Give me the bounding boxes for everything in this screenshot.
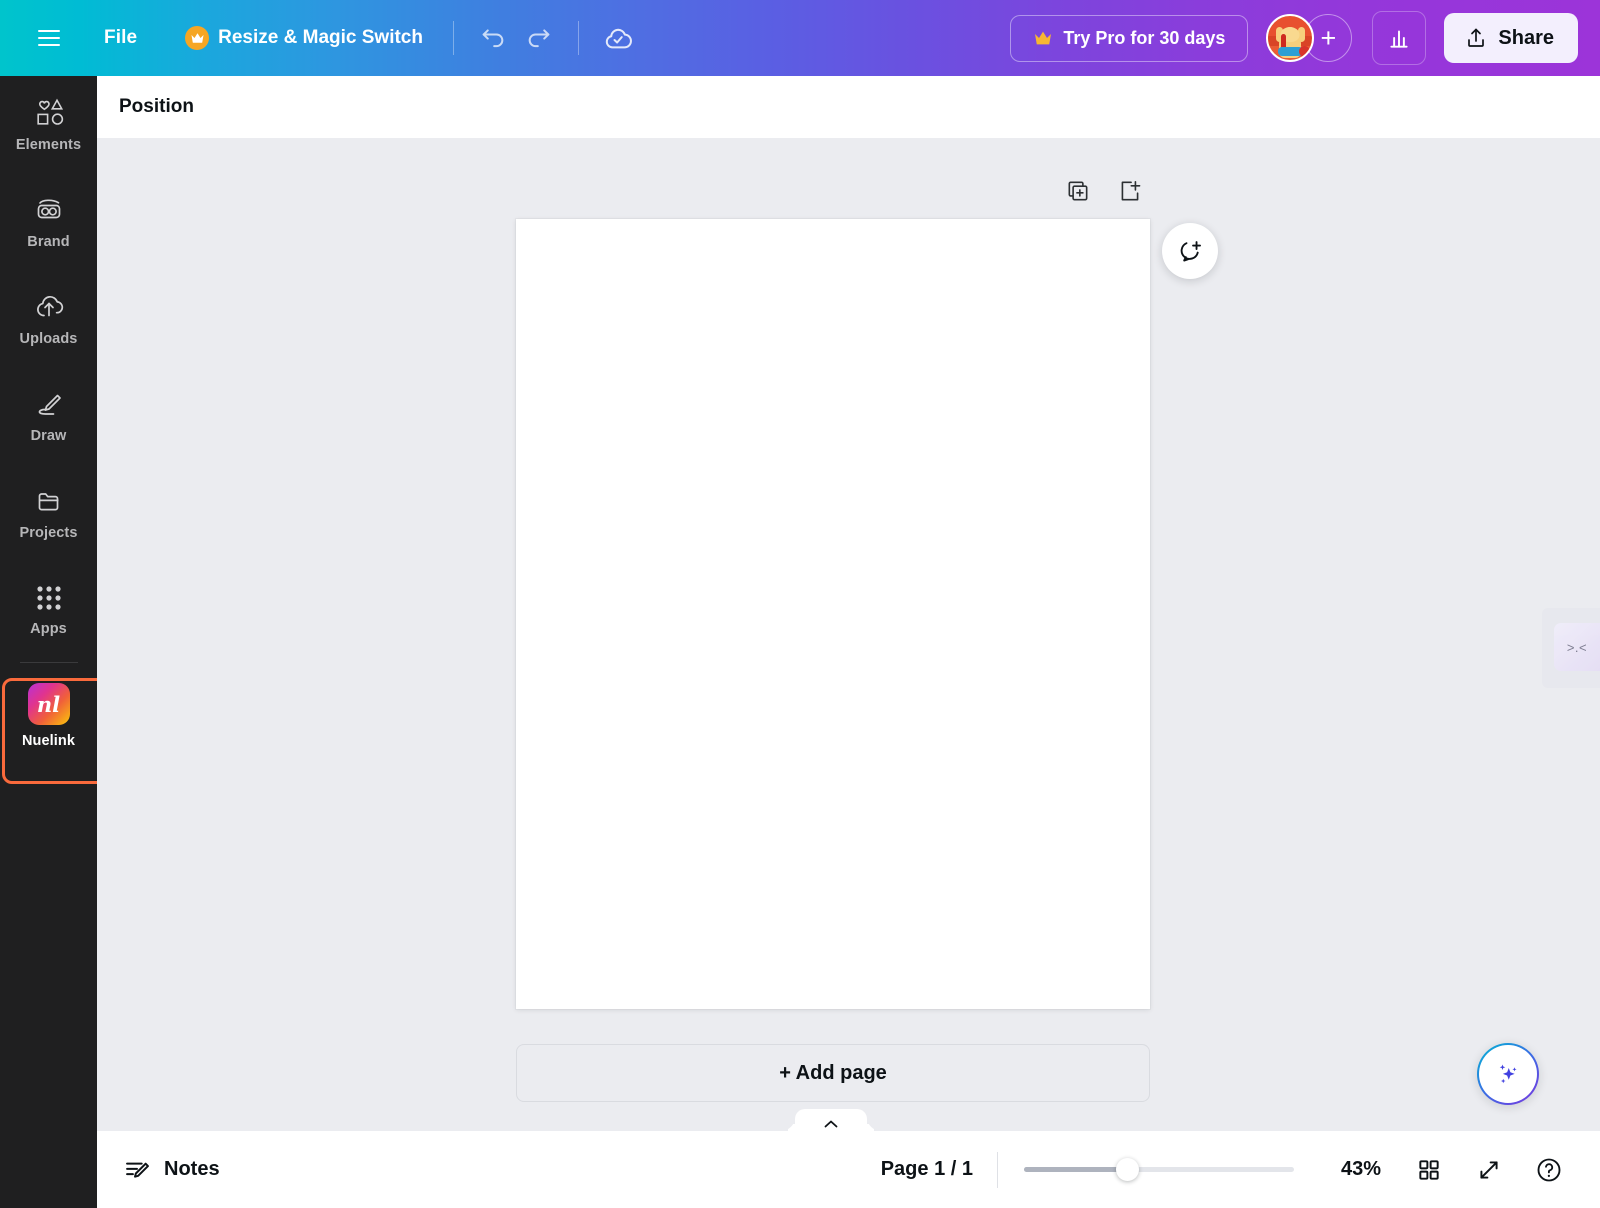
zoom-slider[interactable] bbox=[1024, 1158, 1294, 1181]
add-page-button[interactable]: + Add page bbox=[516, 1044, 1150, 1102]
sidebar-item-uploads[interactable]: Uploads bbox=[0, 270, 97, 367]
side-widget-label: >.< bbox=[1566, 639, 1588, 655]
expand-arrows-icon[interactable] bbox=[1466, 1147, 1512, 1193]
crown-icon bbox=[1035, 31, 1052, 45]
redo-icon[interactable] bbox=[516, 15, 562, 61]
bar-chart-icon[interactable] bbox=[1372, 11, 1427, 65]
sidebar-item-projects[interactable]: Projects bbox=[0, 464, 97, 561]
top-toolbar-right: Try Pro for 30 days + Share bbox=[1010, 11, 1600, 65]
shapes-icon bbox=[36, 98, 63, 125]
bottom-bar-right: Page 1 / 1 43% bbox=[881, 1147, 1600, 1193]
try-pro-label: Try Pro for 30 days bbox=[1063, 27, 1226, 48]
help-circle-icon[interactable] bbox=[1526, 1147, 1572, 1193]
add-comment-icon[interactable] bbox=[1162, 223, 1218, 279]
file-menu-button[interactable]: File bbox=[88, 18, 153, 58]
zoom-level-label[interactable]: 43% bbox=[1330, 1158, 1392, 1181]
brand-icon bbox=[37, 198, 60, 218]
page-counter: Page 1 / 1 bbox=[880, 1158, 973, 1180]
hamburger-icon[interactable] bbox=[26, 15, 72, 61]
sidebar-item-draw[interactable]: Draw bbox=[0, 367, 97, 464]
top-toolbar: File Resize & Magic Switch Try Pro for 3… bbox=[0, 0, 1600, 76]
zoom-slider-thumb[interactable] bbox=[1115, 1158, 1139, 1181]
toolbar-divider-1 bbox=[452, 21, 454, 55]
sidebar-item-label: Projects bbox=[19, 524, 78, 541]
sidebar-item-label: Draw bbox=[30, 427, 67, 444]
notes-pencil-icon bbox=[126, 1162, 149, 1178]
duplicate-page-icon[interactable] bbox=[1065, 178, 1091, 209]
folder-icon bbox=[38, 492, 58, 510]
pen-icon bbox=[38, 394, 61, 415]
add-page-icon[interactable] bbox=[1117, 178, 1143, 209]
upload-icon bbox=[1468, 28, 1485, 47]
resize-magic-switch-button[interactable]: Resize & Magic Switch bbox=[171, 17, 437, 59]
sidebar-item-label: Brand bbox=[27, 233, 70, 250]
side-panel-toggle-widget[interactable]: >.< bbox=[1554, 623, 1600, 671]
sidebar-item-label: Apps bbox=[30, 620, 67, 637]
zoom-slider-fill bbox=[1024, 1167, 1127, 1172]
canvas-area: + Add page >.< bbox=[97, 138, 1600, 1131]
add-page-label: + Add page bbox=[779, 1061, 887, 1084]
canva-editor-window: File Resize & Magic Switch Try Pro for 3… bbox=[0, 0, 1600, 1208]
bottom-divider bbox=[997, 1151, 998, 1188]
sidebar-item-nuelink[interactable]: nl Nuelink bbox=[0, 663, 97, 769]
collaborators: + bbox=[1266, 14, 1353, 62]
sidebar-item-label: Elements bbox=[15, 136, 82, 153]
magic-sparkles-icon[interactable] bbox=[1477, 1043, 1539, 1105]
left-sidebar: Elements Brand Uploads Draw Projects App… bbox=[0, 76, 97, 1208]
sidebar-item-apps[interactable]: Apps bbox=[0, 561, 97, 658]
chevron-up-icon bbox=[824, 1120, 838, 1128]
nuelink-logo-icon: nl bbox=[27, 683, 70, 725]
crown-icon bbox=[185, 26, 210, 50]
grid-view-icon[interactable] bbox=[1406, 1147, 1452, 1193]
resize-magic-switch-label: Resize & Magic Switch bbox=[218, 27, 423, 48]
page-title[interactable]: Position bbox=[119, 96, 194, 118]
notes-button[interactable]: Notes bbox=[123, 1156, 220, 1184]
sidebar-item-label: Nuelink bbox=[21, 733, 76, 749]
toolbar-divider-2 bbox=[577, 21, 579, 55]
sidebar-item-brand[interactable]: Brand bbox=[0, 173, 97, 270]
sidebar-item-label: Uploads bbox=[19, 330, 78, 347]
cloud-check-icon[interactable] bbox=[595, 15, 641, 61]
collapse-panel-toggle[interactable] bbox=[795, 1109, 867, 1131]
share-button[interactable]: Share bbox=[1444, 13, 1578, 63]
position-toolbar: Position bbox=[97, 76, 1600, 138]
notes-label: Notes bbox=[164, 1158, 220, 1180]
sidebar-item-elements[interactable]: Elements bbox=[0, 76, 97, 173]
design-page-canvas[interactable] bbox=[516, 219, 1150, 1009]
grid-dots-icon bbox=[36, 585, 61, 610]
bottom-status-bar: Notes Page 1 / 1 43% bbox=[97, 1131, 1600, 1208]
page-tools bbox=[1065, 178, 1143, 209]
nuelink-logo-text: nl bbox=[36, 691, 61, 717]
try-pro-button[interactable]: Try Pro for 30 days bbox=[1010, 14, 1249, 62]
upload-cloud-icon bbox=[36, 295, 63, 316]
undo-icon[interactable] bbox=[470, 15, 516, 61]
top-toolbar-left: File Resize & Magic Switch bbox=[0, 15, 641, 61]
share-label: Share bbox=[1498, 26, 1554, 49]
avatar[interactable] bbox=[1266, 14, 1315, 62]
